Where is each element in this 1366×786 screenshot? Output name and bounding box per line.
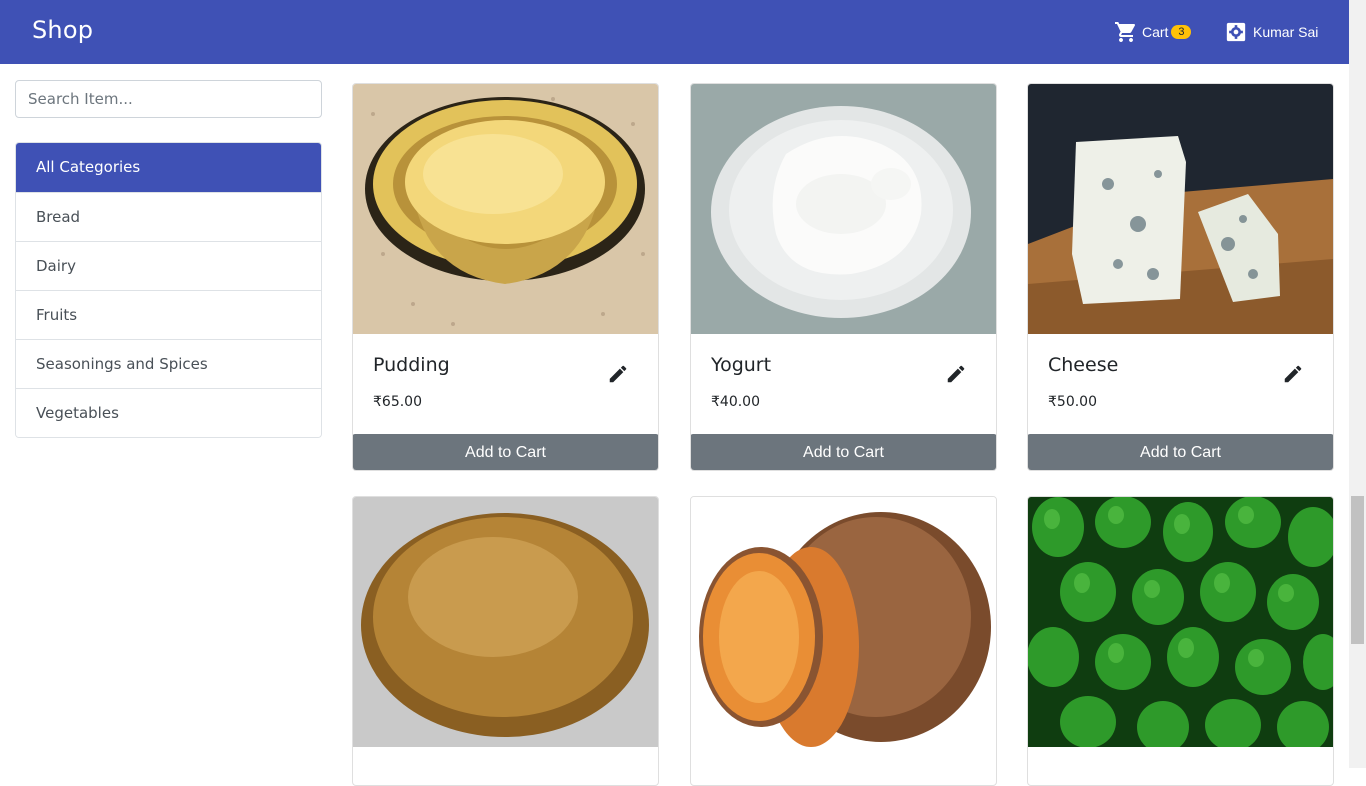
product-price: ₹50.00 — [1048, 394, 1097, 410]
category-item-seasonings[interactable]: Seasonings and Spices — [16, 339, 321, 388]
product-card: Yogurt ₹40.00 Add to Cart — [690, 83, 997, 471]
product-image-sweet-potato — [691, 497, 996, 747]
product-price: ₹40.00 — [711, 394, 760, 410]
product-title: Cheese — [1048, 354, 1119, 376]
brand-logo[interactable]: Shop — [32, 16, 93, 44]
top-navbar: Shop Cart 3 Kumar Sai — [0, 0, 1349, 64]
product-image-bread-bun — [353, 497, 658, 747]
product-image-pudding — [353, 84, 658, 334]
product-image-cheese — [1028, 84, 1333, 334]
product-image-green-peppers — [1028, 497, 1333, 747]
cart-icon — [1115, 22, 1136, 42]
scrollbar-thumb[interactable] — [1351, 496, 1364, 644]
product-card: Cheese ₹50.00 Add to Cart — [1027, 83, 1334, 471]
user-name: Kumar Sai — [1253, 24, 1319, 40]
product-card: Pudding ₹65.00 Add to Cart — [352, 83, 659, 471]
cart-link[interactable]: Cart 3 — [1114, 20, 1192, 44]
cart-label: Cart — [1142, 24, 1169, 40]
category-list: All Categories Bread Dairy Fruits Season… — [15, 142, 322, 438]
product-card — [690, 496, 997, 786]
product-card — [1027, 496, 1334, 786]
product-title: Pudding — [373, 354, 450, 376]
product-price: ₹65.00 — [373, 394, 422, 410]
user-menu[interactable]: Kumar Sai — [1225, 20, 1318, 44]
category-item-fruits[interactable]: Fruits — [16, 290, 321, 339]
cart-count-badge: 3 — [1171, 25, 1192, 39]
add-to-cart-button[interactable]: Add to Cart — [353, 434, 658, 470]
product-title: Yogurt — [711, 354, 772, 376]
category-item-all[interactable]: All Categories — [16, 143, 321, 192]
add-to-cart-button[interactable]: Add to Cart — [1028, 434, 1333, 470]
edit-icon[interactable] — [1282, 363, 1304, 385]
category-item-vegetables[interactable]: Vegetables — [16, 388, 321, 437]
category-item-dairy[interactable]: Dairy — [16, 241, 321, 290]
edit-icon[interactable] — [945, 363, 967, 385]
search-input[interactable] — [15, 80, 322, 118]
edit-icon[interactable] — [607, 363, 629, 385]
add-to-cart-button[interactable]: Add to Cart — [691, 434, 996, 470]
settings-icon — [1226, 22, 1246, 42]
product-card — [352, 496, 659, 786]
product-image-yogurt — [691, 84, 996, 334]
page-scrollbar[interactable] — [1349, 0, 1366, 768]
category-item-bread[interactable]: Bread — [16, 192, 321, 241]
